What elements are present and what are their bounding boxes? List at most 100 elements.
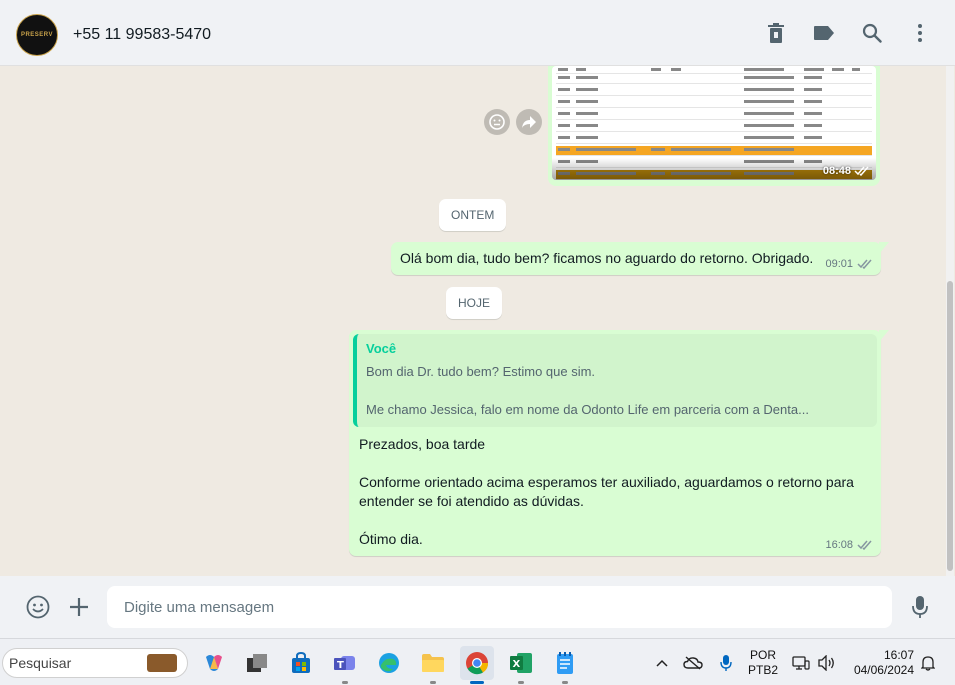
taskbar-notepad[interactable] xyxy=(548,646,582,684)
quote-author: Você xyxy=(366,341,397,356)
taskbar-task-view[interactable] xyxy=(240,646,274,680)
network-icon xyxy=(792,656,810,670)
language-code: POR xyxy=(750,648,777,662)
chat-header: PRESERV +55 11 99583-5470 xyxy=(0,0,955,66)
forward-button[interactable] xyxy=(516,109,542,135)
outgoing-message[interactable]: Olá bom dia, tudo bem? ficamos no aguard… xyxy=(391,242,889,275)
taskbar-excel[interactable]: X xyxy=(504,646,538,684)
excel-icon: X xyxy=(510,653,532,673)
double-check-icon xyxy=(857,259,872,269)
contact-name[interactable]: +55 11 99583-5470 xyxy=(73,26,211,44)
quick-settings-button[interactable] xyxy=(792,646,836,680)
image-table-row xyxy=(556,98,872,108)
image-message[interactable]: 08:48 xyxy=(548,66,880,186)
taskbar-search-label: Pesquisar xyxy=(9,655,72,671)
taskbar-microsoft-store[interactable] xyxy=(284,646,318,680)
folder-icon xyxy=(422,654,444,672)
outgoing-reply-message[interactable]: Você Bom dia Dr. tudo bem? Estimo que si… xyxy=(349,330,889,556)
label-icon xyxy=(814,26,834,40)
running-indicator xyxy=(562,681,568,684)
attach-button[interactable] xyxy=(66,594,92,620)
onedrive-tray-button[interactable] xyxy=(682,646,704,680)
image-quick-actions xyxy=(484,109,542,135)
message-time: 08:48 xyxy=(822,165,851,177)
taskbar-search[interactable]: Pesquisar xyxy=(2,648,188,678)
taskbar-edge[interactable] xyxy=(372,646,406,680)
microphone-icon xyxy=(720,655,732,671)
notepad-icon xyxy=(557,652,573,674)
show-hidden-icons-button[interactable] xyxy=(652,646,672,680)
store-icon xyxy=(292,652,310,673)
forward-icon xyxy=(522,116,536,128)
bell-icon xyxy=(921,656,935,671)
image-message-meta: 08:48 xyxy=(823,165,870,177)
double-check-icon xyxy=(854,166,869,176)
running-indicator xyxy=(342,681,348,684)
message-time: 09:01 xyxy=(825,258,853,270)
taskbar-chrome[interactable] xyxy=(460,646,494,684)
taskbar-clock[interactable]: 16:07 04/06/2024 xyxy=(848,648,914,678)
react-button[interactable] xyxy=(484,109,510,135)
image-table-row xyxy=(556,86,872,96)
quote-text: Bom dia Dr. tudo bem? Estimo que sim. Me… xyxy=(366,364,809,417)
chat-scrollbar[interactable] xyxy=(946,66,954,576)
microphone-tray-button[interactable] xyxy=(716,646,736,680)
spreadsheet-image[interactable]: 08:48 xyxy=(552,66,876,180)
scrollbar-thumb[interactable] xyxy=(947,281,953,571)
emoji-button[interactable] xyxy=(25,594,51,620)
plus-icon xyxy=(70,598,88,616)
microphone-icon xyxy=(912,596,928,618)
copilot-icon xyxy=(206,655,222,671)
more-vertical-icon xyxy=(918,24,922,42)
double-check-icon xyxy=(857,540,872,550)
emoji-icon xyxy=(489,114,505,130)
teams-icon: T xyxy=(334,656,355,671)
volume-icon xyxy=(818,655,834,671)
search-highlight-icon xyxy=(147,654,177,672)
message-time: 16:08 xyxy=(825,539,853,551)
message-meta: 16:08 xyxy=(825,539,873,551)
notifications-button[interactable] xyxy=(918,646,938,680)
image-table-row xyxy=(556,110,872,120)
message-composer xyxy=(0,576,955,638)
svg-text:X: X xyxy=(513,659,521,670)
chevron-up-icon xyxy=(656,659,668,667)
keyboard-layout-code: PTB2 xyxy=(748,663,779,677)
edge-icon xyxy=(379,653,399,673)
message-text: Olá bom dia, tudo bem? ficamos no aguard… xyxy=(400,250,814,266)
emoji-icon xyxy=(26,595,50,619)
avatar-logo-text: PRESERV xyxy=(20,32,54,38)
message-text: Prezados, boa tarde Conforme orientado a… xyxy=(359,436,854,547)
message-input[interactable] xyxy=(107,586,892,628)
chat-menu-button[interactable] xyxy=(907,20,933,46)
voice-message-button[interactable] xyxy=(907,594,933,620)
quoted-message[interactable]: Você Bom dia Dr. tudo bem? Estimo que si… xyxy=(353,334,877,427)
search-icon xyxy=(862,23,882,43)
taskbar-file-explorer[interactable] xyxy=(416,646,450,684)
running-indicator xyxy=(518,681,524,684)
cloud-offline-icon xyxy=(683,656,703,670)
clock-time: 16:07 xyxy=(883,648,914,662)
search-chat-button[interactable] xyxy=(859,20,885,46)
label-chat-button[interactable] xyxy=(811,20,837,46)
chrome-icon xyxy=(466,652,489,675)
image-table-row-highlighted xyxy=(556,146,872,156)
message-list[interactable]: 08:48 ONTEM Olá bom dia, tudo bem? ficam… xyxy=(0,66,955,576)
delete-chat-button[interactable] xyxy=(763,20,789,46)
running-indicator xyxy=(430,681,436,684)
clock-date: 04/06/2024 xyxy=(853,663,914,677)
header-actions xyxy=(763,20,933,46)
svg-text:T: T xyxy=(337,660,344,671)
taskbar-teams[interactable]: T xyxy=(328,646,362,684)
date-divider-today: HOJE xyxy=(446,287,503,319)
input-language-indicator[interactable]: POR PTB2 xyxy=(748,648,778,678)
contact-avatar[interactable]: PRESERV xyxy=(16,14,58,56)
trash-icon xyxy=(768,23,784,43)
windows-taskbar: Pesquisar T X POR PTB2 16:07 04/06/2024 xyxy=(0,638,955,685)
task-view-icon xyxy=(247,654,267,672)
image-table-row xyxy=(556,122,872,132)
taskbar-copilot[interactable] xyxy=(197,646,231,680)
message-meta: 09:01 xyxy=(825,258,873,270)
image-table-header xyxy=(556,66,872,74)
image-table-row xyxy=(556,134,872,144)
